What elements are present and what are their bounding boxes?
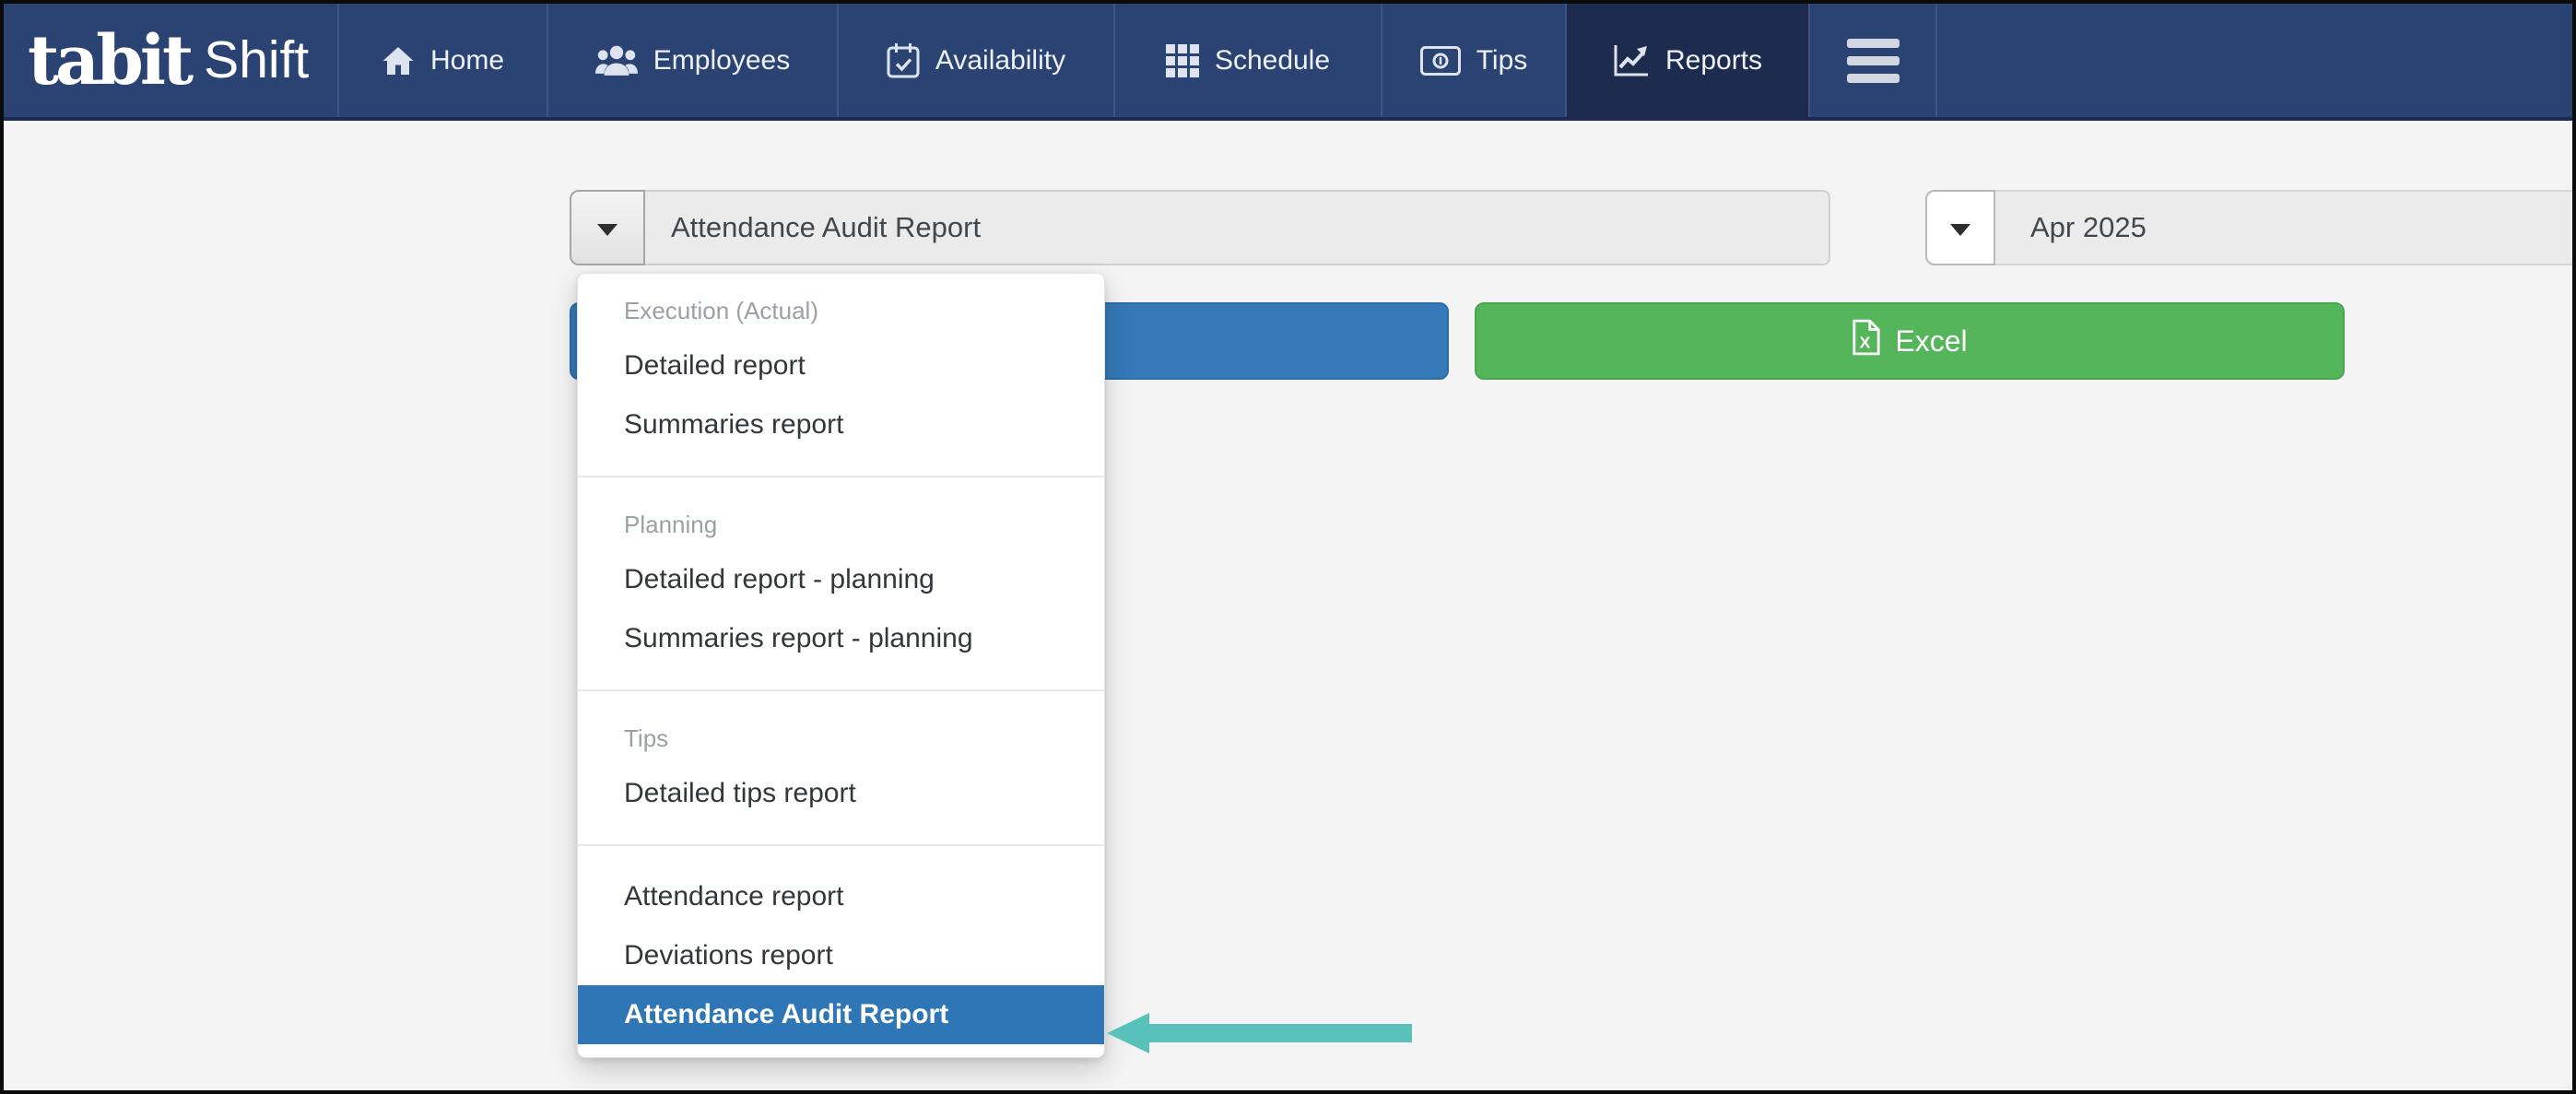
- hamburger-icon: [1847, 39, 1900, 83]
- month-select-value: Apr 2025: [2030, 211, 2147, 244]
- menu-item-detailed-report-planning[interactable]: Detailed report - planning: [578, 550, 1104, 609]
- nav-item-label: Availability: [935, 45, 1065, 76]
- menu-item-attendance-audit-report-selected[interactable]: Attendance Audit Report: [578, 985, 1104, 1044]
- report-select: Attendance Audit Report: [570, 190, 1830, 265]
- nav-item-label: Employees: [653, 45, 790, 76]
- menu-item-summaries-report-planning[interactable]: Summaries report - planning: [578, 609, 1104, 668]
- nav-item-employees[interactable]: Employees: [548, 4, 839, 117]
- menu-item-deviations-report[interactable]: Deviations report: [578, 926, 1104, 985]
- report-dropdown-menu: Execution (Actual) Detailed report Summa…: [577, 273, 1105, 1058]
- navbar-spacer: [1937, 4, 2572, 117]
- money-bill-icon: [1420, 46, 1461, 76]
- menu-divider: [578, 476, 1104, 477]
- menu-item-detailed-tips-report[interactable]: Detailed tips report: [578, 764, 1104, 823]
- svg-text:X: X: [1860, 333, 1871, 351]
- nav-item-label: Home: [430, 45, 504, 76]
- chevron-down-icon: [1950, 224, 1970, 236]
- nav-item-tips[interactable]: Tips: [1382, 4, 1567, 117]
- menu-item-detailed-report[interactable]: Detailed report: [578, 336, 1104, 395]
- chart-line-icon: [1613, 43, 1650, 77]
- month-select-field[interactable]: Apr 2025: [1995, 190, 2572, 265]
- nav-item-label: Tips: [1476, 45, 1528, 76]
- report-select-field[interactable]: Attendance Audit Report: [645, 190, 1830, 265]
- grid-icon: [1166, 44, 1199, 77]
- menu-group-header-execution: Execution (Actual): [578, 285, 1104, 336]
- nav-item-availability[interactable]: Availability: [839, 4, 1115, 117]
- menu-group-header-planning: Planning: [578, 499, 1104, 550]
- nav-item-label: Reports: [1665, 45, 1762, 76]
- menu-group-header-tips: Tips: [578, 712, 1104, 764]
- menu-divider: [578, 844, 1104, 846]
- top-navbar: tabit Shift Home Employees: [4, 4, 2572, 121]
- calendar-check-icon: [887, 42, 920, 79]
- nav-item-label: Schedule: [1215, 45, 1330, 76]
- menu-divider: [578, 689, 1104, 691]
- nav-item-schedule[interactable]: Schedule: [1115, 4, 1382, 117]
- menu-item-attendance-report[interactable]: Attendance report: [578, 867, 1104, 926]
- report-select-caret-button[interactable]: [570, 190, 645, 265]
- brand-logo[interactable]: tabit Shift: [4, 4, 339, 117]
- users-icon: [595, 44, 638, 77]
- nav-item-reports-active[interactable]: Reports: [1567, 4, 1810, 117]
- excel-export-button[interactable]: X Excel: [1475, 302, 2345, 380]
- excel-file-icon: X: [1852, 319, 1881, 363]
- app-window: tabit Shift Home Employees: [0, 0, 2576, 1094]
- brand-name: tabit: [28, 27, 190, 95]
- month-select-caret-button[interactable]: [1925, 190, 1995, 265]
- nav-item-home[interactable]: Home: [339, 4, 548, 117]
- report-select-value: Attendance Audit Report: [671, 211, 981, 244]
- annotation-arrow-tail: [1147, 1024, 1412, 1042]
- nav-menu-button[interactable]: [1810, 4, 1937, 117]
- annotation-arrow-icon: [1107, 1013, 1149, 1053]
- brand-suffix: Shift: [204, 34, 309, 87]
- excel-button-label: Excel: [1895, 324, 1967, 359]
- chevron-down-icon: [597, 224, 618, 236]
- home-icon: [382, 45, 415, 76]
- month-select: Apr 2025: [1925, 190, 2572, 265]
- menu-item-summaries-report[interactable]: Summaries report: [578, 395, 1104, 454]
